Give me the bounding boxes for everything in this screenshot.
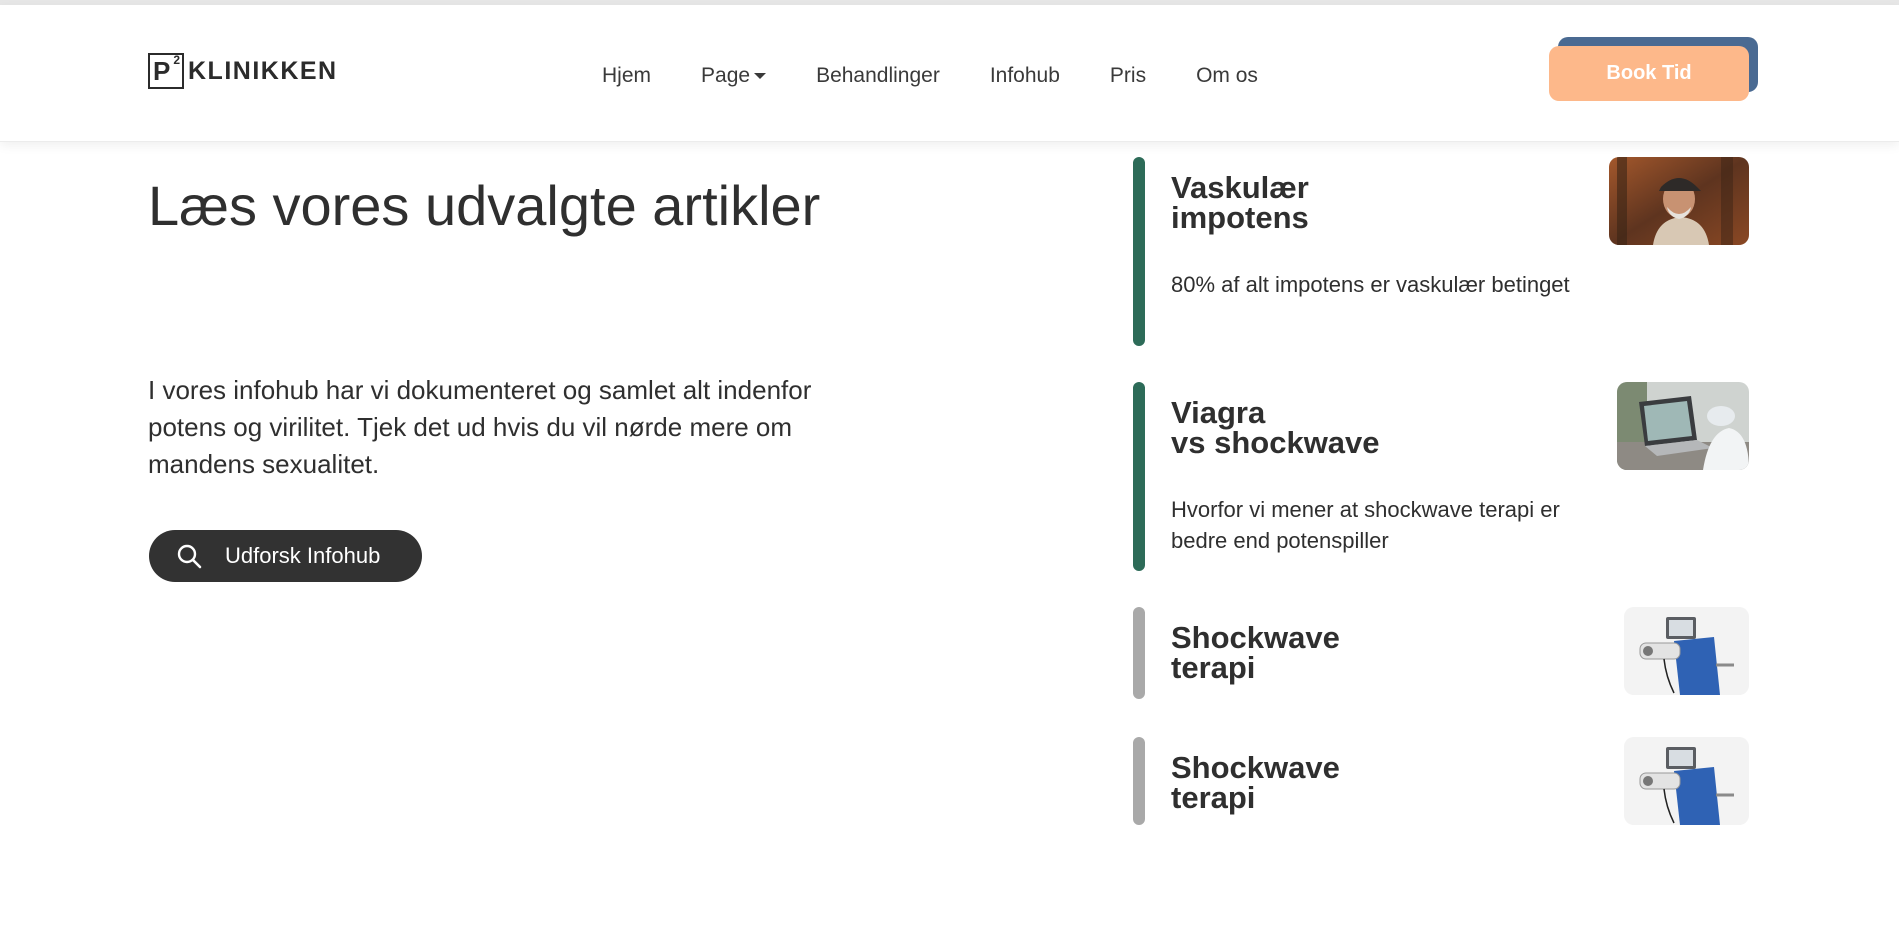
article-card-shockwave-terapi-2[interactable]: Shockwave terapi xyxy=(1133,737,1749,825)
article-title-line1: Viagra xyxy=(1171,395,1266,430)
explore-button-label: Udforsk Infohub xyxy=(225,543,381,568)
article-description: 80% af alt impotens er vaskulær betinget xyxy=(1171,272,1570,297)
shockwave-device-image xyxy=(1624,737,1749,825)
logo-superscript: 2 xyxy=(173,53,180,67)
article-description: Hvorfor vi mener at shockwave terapi er … xyxy=(1171,497,1560,553)
nav-label: Om os xyxy=(1196,64,1258,87)
hero-description: I vores infohub har vi dokumenteret og s… xyxy=(148,375,812,479)
nav-item-om-os[interactable]: Om os xyxy=(1196,64,1258,88)
logo-mark: P 2 xyxy=(148,53,184,89)
article-title[interactable]: Shockwave terapi xyxy=(1171,750,1431,815)
article-image-laptop[interactable] xyxy=(1617,382,1749,470)
page-title: Læs vores udvalgte artikler xyxy=(148,174,821,237)
explore-infohub-button[interactable]: Udforsk Infohub xyxy=(149,530,422,582)
book-tid-button[interactable]: Book Tid xyxy=(1549,46,1749,101)
article-title-line1: Shockwave xyxy=(1171,620,1340,655)
article-card-viagra-vs-shockwave[interactable]: Viagra vs shockwave Hvorfor vi mener at … xyxy=(1133,382,1749,571)
nav-item-infohub[interactable]: Infohub xyxy=(990,64,1060,88)
nav-label: Infohub xyxy=(989,64,1060,87)
article-title-line1: Shockwave xyxy=(1171,750,1340,785)
article-inactive-bar xyxy=(1133,737,1145,825)
nav-item-pris[interactable]: Pris xyxy=(1110,64,1146,88)
main-nav: Hjem Page Behandlinger Infohub Pris Om o… xyxy=(602,64,1308,88)
logo-text: KLINIKKEN xyxy=(188,56,338,85)
article-title[interactable]: Shockwave terapi xyxy=(1171,620,1431,685)
article-image-shockwave-device[interactable] xyxy=(1624,607,1749,695)
caret-down-icon xyxy=(754,73,767,79)
article-title-line1: Vaskulær xyxy=(1171,170,1309,205)
shockwave-device-image xyxy=(1624,607,1749,695)
article-title-line2: impotens xyxy=(1171,200,1309,235)
nav-item-page[interactable]: Page xyxy=(701,64,767,88)
article-title-line2: terapi xyxy=(1171,650,1256,685)
nav-item-behandlinger[interactable]: Behandlinger xyxy=(816,64,940,88)
nav-label: Page xyxy=(701,64,751,87)
site-header: P 2 KLINIKKEN Hjem Page Behandlinger Inf… xyxy=(0,5,1899,142)
article-inactive-bar xyxy=(1133,607,1145,699)
article-card-vaskulaer-impotens[interactable]: Vaskulær impotens 80% af alt impotens er… xyxy=(1133,157,1749,346)
article-accent-bar xyxy=(1133,157,1145,346)
article-accent-bar xyxy=(1133,382,1145,571)
article-title-line2: vs shockwave xyxy=(1171,425,1380,460)
article-image-shockwave-device[interactable] xyxy=(1624,737,1749,825)
search-icon xyxy=(177,544,202,569)
nav-label: Hjem xyxy=(602,64,652,87)
nav-label: Behandlinger xyxy=(816,64,940,87)
logo-letter: P xyxy=(153,56,171,86)
article-title[interactable]: Viagra vs shockwave xyxy=(1171,395,1431,460)
logo[interactable]: P 2 KLINIKKEN xyxy=(148,53,338,89)
article-title-line2: terapi xyxy=(1171,780,1256,815)
nav-item-hjem[interactable]: Hjem xyxy=(602,64,651,88)
laptop-consultation-image xyxy=(1617,382,1749,470)
article-image-man-portrait[interactable] xyxy=(1609,157,1749,245)
man-portrait-image xyxy=(1609,157,1749,245)
article-card-shockwave-terapi[interactable]: Shockwave terapi xyxy=(1133,607,1749,699)
article-title[interactable]: Vaskulær impotens xyxy=(1171,170,1431,235)
nav-label: Pris xyxy=(1109,64,1147,87)
